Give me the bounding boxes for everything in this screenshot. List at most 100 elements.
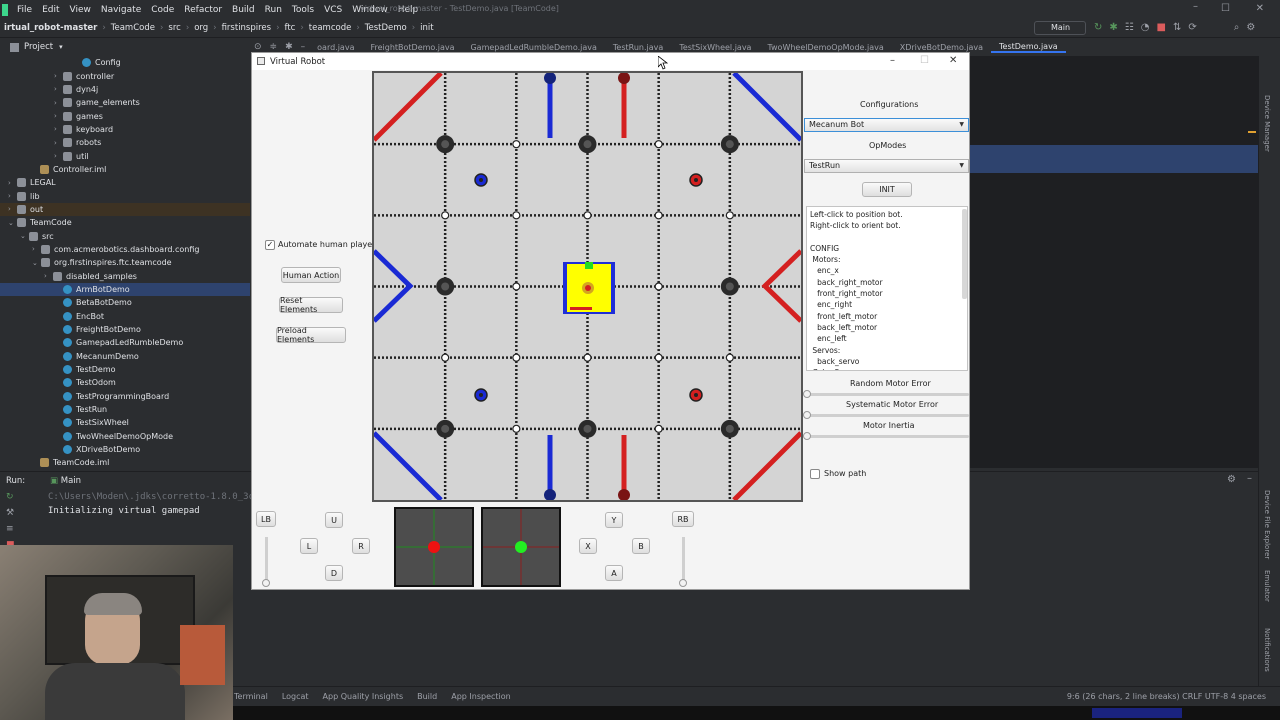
editor-tab[interactable]: GamepadLedRumbleDemo.java xyxy=(462,43,604,52)
small-junction[interactable] xyxy=(725,353,734,362)
right-stick-dot[interactable] xyxy=(515,541,527,553)
breadcrumb-item[interactable]: irtual_robot-master xyxy=(0,23,101,33)
preload-elements-button[interactable]: Preload Elements xyxy=(276,326,346,344)
chevron-icon[interactable]: › xyxy=(54,99,63,107)
terminal-cone[interactable] xyxy=(618,489,630,501)
tree-item[interactable]: › game_elements xyxy=(0,96,250,109)
opmode-select[interactable]: TestRun ▼ xyxy=(804,159,969,173)
menu-item-navigate[interactable]: Navigate xyxy=(96,5,146,15)
project-header[interactable]: Project ▾ xyxy=(0,39,250,55)
menu-item-run[interactable]: Run xyxy=(260,5,287,15)
tree-item[interactable]: FreightBotDemo xyxy=(0,323,250,336)
chevron-icon[interactable]: › xyxy=(54,112,63,120)
tree-item[interactable]: › lib xyxy=(0,189,250,202)
human-action-button[interactable]: Human Action xyxy=(281,267,341,283)
status-app-inspection[interactable]: App Inspection xyxy=(451,692,511,701)
align-icon[interactable]: ≡ xyxy=(6,524,15,534)
run-config-select[interactable]: Main xyxy=(1034,21,1086,35)
taskbar-app[interactable] xyxy=(1092,708,1182,718)
menu-item-file[interactable]: File xyxy=(12,5,37,15)
editor-tab[interactable]: TestDemo.java xyxy=(991,42,1066,53)
breadcrumb-item[interactable]: init xyxy=(416,23,437,33)
editor-tab[interactable]: TwoWheelDemoOpMode.java xyxy=(759,43,891,52)
breadcrumb-item[interactable]: ftc xyxy=(281,23,300,33)
small-junction[interactable] xyxy=(583,211,592,220)
tree-item[interactable]: BetaBotDemo xyxy=(0,296,250,309)
chevron-icon[interactable]: › xyxy=(54,72,63,80)
right-joystick[interactable] xyxy=(481,507,561,587)
menu-item-vcs[interactable]: VCS xyxy=(319,5,347,15)
small-junction[interactable] xyxy=(654,140,663,149)
run-tab[interactable]: ▣ Main xyxy=(50,476,81,486)
tree-item[interactable]: TwoWheelDemoOpMode xyxy=(0,430,250,443)
search-icon[interactable]: ⌕ xyxy=(1234,22,1240,33)
editor-tab[interactable]: XDriveBotDemo.java xyxy=(892,43,991,52)
dpad-up-button[interactable]: U xyxy=(325,512,343,528)
status-app-quality-insights[interactable]: App Quality Insights xyxy=(323,692,404,701)
debug-icon[interactable]: ✱ xyxy=(1109,22,1117,33)
maximize-window-icon[interactable]: ☐ xyxy=(1221,3,1230,14)
tree-item[interactable]: › games xyxy=(0,109,250,122)
field-canvas[interactable] xyxy=(372,71,803,502)
breadcrumb-item[interactable]: TeamCode xyxy=(107,23,159,33)
menu-item-build[interactable]: Build xyxy=(227,5,260,15)
dpad-down-button[interactable]: D xyxy=(325,565,343,581)
chevron-icon[interactable]: ⌄ xyxy=(32,259,41,267)
rt-slider[interactable] xyxy=(679,537,687,587)
breadcrumb-item[interactable]: TestDemo xyxy=(361,23,411,33)
vr-minimize-icon[interactable]: – xyxy=(890,55,895,66)
left-joystick[interactable] xyxy=(394,507,474,587)
vr-close-icon[interactable]: ✕ xyxy=(949,55,957,66)
tree-item[interactable]: › out xyxy=(0,202,250,217)
collapse-icon[interactable]: ≑ xyxy=(270,42,278,52)
chevron-icon[interactable]: › xyxy=(44,272,53,280)
right-joystick-canvas[interactable] xyxy=(483,509,559,585)
terminal-cone[interactable] xyxy=(544,72,556,84)
tree-item[interactable]: › keyboard xyxy=(0,123,250,136)
tree-item[interactable]: › util xyxy=(0,149,250,162)
breadcrumb-item[interactable]: firstinspires xyxy=(218,23,276,33)
status-build[interactable]: Build xyxy=(417,692,437,701)
automate-checkbox[interactable]: ✓ xyxy=(265,240,275,250)
reset-elements-button[interactable]: Reset Elements xyxy=(279,296,343,314)
chevron-icon[interactable]: › xyxy=(54,125,63,133)
side-tool-device-file-explorer[interactable]: Device File Explorer xyxy=(1263,490,1271,559)
tree-item[interactable]: › robots xyxy=(0,136,250,149)
small-junction[interactable] xyxy=(441,353,450,362)
rb-button[interactable]: RB xyxy=(672,511,694,527)
crosshair-icon[interactable]: ⊙ xyxy=(254,42,262,52)
x-button[interactable]: X xyxy=(579,538,597,554)
sync-icon[interactable]: ⟳ xyxy=(1188,22,1196,33)
side-tool-notifications[interactable]: Notifications xyxy=(1263,628,1271,672)
tree-item[interactable]: ⌄ org.firstinspires.ftc.teamcode xyxy=(0,256,250,269)
minimize-window-icon[interactable]: – xyxy=(1193,1,1198,12)
small-junction[interactable] xyxy=(512,353,521,362)
chevron-icon[interactable]: › xyxy=(32,245,41,253)
side-tool-device-manager[interactable]: Device Manager xyxy=(1263,95,1271,152)
tree-item[interactable]: › dyn4j xyxy=(0,83,250,96)
inertia-slider[interactable] xyxy=(803,432,969,440)
tree-item[interactable]: ⌄ TeamCode xyxy=(0,216,250,229)
tree-item[interactable]: Controller.iml xyxy=(0,163,250,176)
tree-item[interactable]: › disabled_samples xyxy=(0,270,250,283)
editor-tab[interactable]: TestSixWheel.java xyxy=(671,43,759,52)
tree-item[interactable]: MecanumDemo xyxy=(0,350,250,363)
show-path-checkbox[interactable] xyxy=(810,469,820,479)
small-junction[interactable] xyxy=(725,211,734,220)
side-tool-emulator[interactable]: Emulator xyxy=(1263,570,1271,602)
terminal-cone[interactable] xyxy=(544,489,556,501)
editor[interactable] xyxy=(968,56,1258,468)
tree-item[interactable]: TestOdom xyxy=(0,376,250,389)
slider-knob[interactable] xyxy=(803,390,811,398)
status-terminal[interactable]: Terminal xyxy=(234,692,268,701)
breadcrumb-item[interactable]: src xyxy=(164,23,184,33)
tree-item[interactable]: Config xyxy=(0,56,250,69)
settings-icon[interactable]: ⚙ xyxy=(1246,22,1255,33)
attach-icon[interactable]: ⇅ xyxy=(1173,22,1181,33)
profile-icon[interactable]: ◔ xyxy=(1141,22,1150,33)
small-junction[interactable] xyxy=(654,424,663,433)
rerun-icon[interactable]: ↻ xyxy=(1094,22,1102,33)
chevron-icon[interactable]: ⌄ xyxy=(20,232,29,240)
chevron-icon[interactable]: › xyxy=(54,152,63,160)
small-junction[interactable] xyxy=(512,211,521,220)
